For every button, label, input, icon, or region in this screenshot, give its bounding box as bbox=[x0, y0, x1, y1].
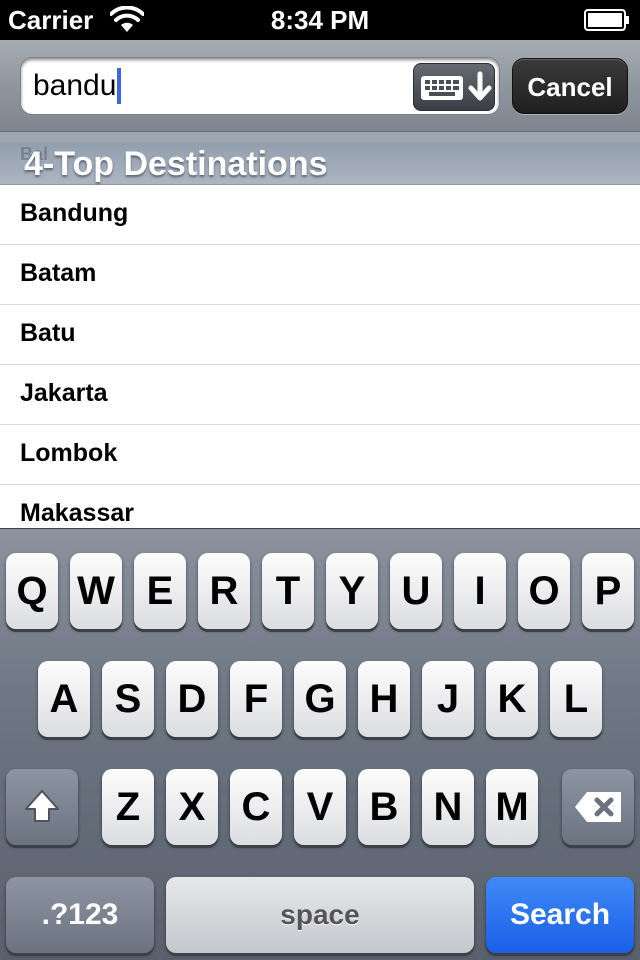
numbers-key[interactable]: .?123 bbox=[6, 877, 154, 953]
key-h[interactable]: H bbox=[358, 661, 410, 737]
shift-key[interactable] bbox=[6, 769, 78, 845]
key-z[interactable]: Z bbox=[102, 769, 154, 845]
search-input-value: bandu bbox=[33, 69, 117, 102]
list-item[interactable]: Lombok bbox=[0, 425, 640, 485]
text-caret bbox=[117, 68, 122, 104]
status-bar: Carrier 8:34 PM bbox=[0, 0, 640, 40]
list-item-label: Bandung bbox=[20, 199, 129, 227]
key-m[interactable]: M bbox=[486, 769, 538, 845]
key-g[interactable]: G bbox=[294, 661, 346, 737]
key-u[interactable]: U bbox=[390, 553, 442, 629]
key-t[interactable]: T bbox=[262, 553, 314, 629]
key-j[interactable]: J bbox=[422, 661, 474, 737]
keyboard-dismiss-button[interactable] bbox=[413, 63, 495, 111]
key-y[interactable]: Y bbox=[326, 553, 378, 629]
battery-icon bbox=[584, 9, 629, 31]
section-title: 4-Top Destinations bbox=[24, 145, 328, 183]
key-x[interactable]: X bbox=[166, 769, 218, 845]
key-c[interactable]: C bbox=[230, 769, 282, 845]
header-gap bbox=[0, 132, 640, 141]
delete-key[interactable] bbox=[562, 769, 634, 845]
key-n[interactable]: N bbox=[422, 769, 474, 845]
search-input[interactable]: bandu bbox=[20, 57, 500, 115]
search-key[interactable]: Search bbox=[486, 877, 634, 953]
status-time: 8:34 PM bbox=[270, 5, 370, 35]
key-r[interactable]: R bbox=[198, 553, 250, 629]
key-p[interactable]: P bbox=[582, 553, 634, 629]
list-item-label: Batam bbox=[20, 259, 97, 287]
section-header: Bal 4-Top Destinations bbox=[0, 141, 640, 185]
key-o[interactable]: O bbox=[518, 553, 570, 629]
key-w[interactable]: W bbox=[70, 553, 122, 629]
backspace-icon bbox=[575, 792, 621, 822]
key-k[interactable]: K bbox=[486, 661, 538, 737]
key-l[interactable]: L bbox=[550, 661, 602, 737]
list-item[interactable]: Makassar bbox=[0, 485, 640, 528]
key-e[interactable]: E bbox=[134, 553, 186, 629]
keyboard-hide-icon bbox=[421, 71, 492, 101]
list-item-label: Makassar bbox=[20, 499, 134, 527]
key-q[interactable]: Q bbox=[6, 553, 58, 629]
list-item[interactable]: Batam bbox=[0, 245, 640, 305]
results-list: Bandung Batam Batu Jakarta Lombok Makass… bbox=[0, 185, 640, 528]
list-item-label: Batu bbox=[20, 319, 76, 347]
key-i[interactable]: I bbox=[454, 553, 506, 629]
list-item-label: Jakarta bbox=[20, 379, 108, 407]
list-item[interactable]: Jakarta bbox=[0, 365, 640, 425]
key-b[interactable]: B bbox=[358, 769, 410, 845]
list-item-label: Lombok bbox=[20, 439, 118, 467]
list-item[interactable]: Bandung bbox=[0, 185, 640, 245]
keyboard: Q W E R T Y U I O P A S D F G H J K L Z … bbox=[0, 528, 640, 960]
key-s[interactable]: S bbox=[102, 661, 154, 737]
space-key[interactable]: space bbox=[166, 877, 474, 953]
search-bar: bandu Cancel bbox=[0, 40, 640, 132]
key-f[interactable]: F bbox=[230, 661, 282, 737]
key-v[interactable]: V bbox=[294, 769, 346, 845]
key-d[interactable]: D bbox=[166, 661, 218, 737]
list-item[interactable]: Batu bbox=[0, 305, 640, 365]
cancel-button[interactable]: Cancel bbox=[512, 58, 628, 114]
key-a[interactable]: A bbox=[38, 661, 90, 737]
shift-icon bbox=[25, 790, 59, 822]
